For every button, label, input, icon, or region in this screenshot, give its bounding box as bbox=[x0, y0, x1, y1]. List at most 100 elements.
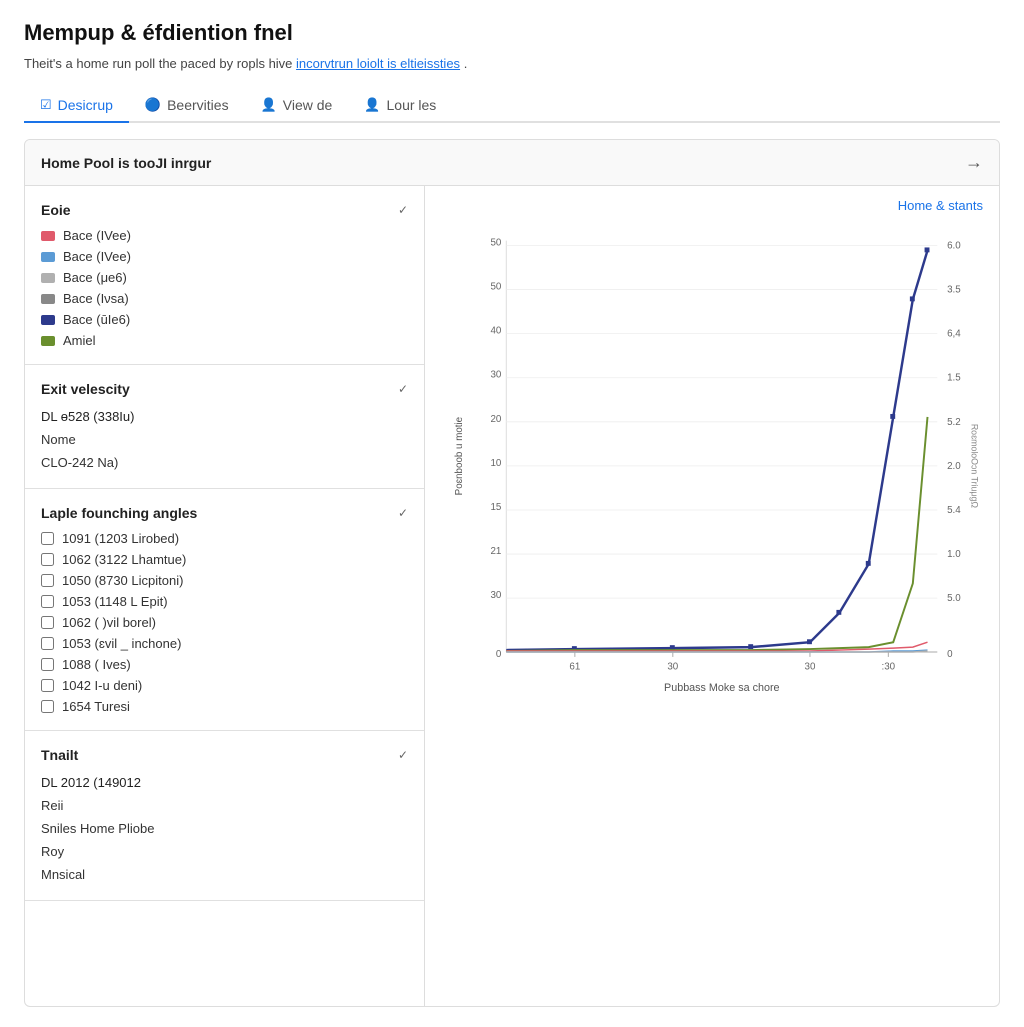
exit-velocity-chevron: ✓ bbox=[398, 382, 408, 396]
legend-color-5 bbox=[41, 336, 55, 346]
legend-color-2 bbox=[41, 273, 55, 283]
launch-angle-label-6: 1088 ( Ives) bbox=[62, 657, 131, 672]
launch-angle-checkbox-2[interactable] bbox=[41, 574, 54, 587]
launch-angle-2[interactable]: 1050 (8730 Licpitoni) bbox=[41, 573, 408, 588]
launch-angle-6[interactable]: 1088 ( Ives) bbox=[41, 657, 408, 672]
legend-label-1: Bace (IVee) bbox=[63, 249, 131, 264]
launch-angle-checkbox-8[interactable] bbox=[41, 700, 54, 713]
svg-text:0: 0 bbox=[947, 649, 953, 660]
launch-angle-label-3: 1053 (1148 L Epit) bbox=[62, 594, 168, 609]
exit-option-0: DL ɵ528 (338Iu) bbox=[41, 407, 408, 426]
tab-beervities-label: Beervities bbox=[167, 97, 228, 113]
tnailt-option-0: DL 2012 (149012 bbox=[41, 773, 408, 792]
launch-angle-checkbox-5[interactable] bbox=[41, 637, 54, 650]
svg-text:3.5: 3.5 bbox=[947, 285, 961, 296]
role-filter-chevron: ✓ bbox=[398, 203, 408, 217]
legend-item-2: Bace (μe6) bbox=[41, 270, 408, 285]
svg-text:2.0: 2.0 bbox=[947, 461, 961, 472]
legend-list: Bace (IVee) Bace (IVee) Bace (μe6) bbox=[41, 228, 408, 348]
tnailt-option-2: Sniles Home Pliobe bbox=[41, 819, 408, 838]
svg-text:20: 20 bbox=[490, 414, 501, 425]
chart-top-label: Home & stants bbox=[441, 198, 983, 213]
launch-angle-checkbox-3[interactable] bbox=[41, 595, 54, 608]
launch-angle-label-2: 1050 (8730 Licpitoni) bbox=[62, 573, 183, 588]
svg-text:50: 50 bbox=[490, 237, 501, 248]
checkbox-icon: ☑ bbox=[40, 97, 52, 113]
panel-body: Eoie ✓ Bace (IVee) Bace (IVee) bbox=[25, 186, 999, 1006]
tab-lour-les-label: Lour les bbox=[387, 97, 437, 113]
tab-lour-les[interactable]: 👤 Lour les bbox=[348, 89, 452, 123]
panel-header-title: Home Pool is tooJI inrgur bbox=[41, 155, 211, 171]
launch-angles-header[interactable]: Laple founching angles ✓ bbox=[41, 505, 408, 521]
subtitle-end: . bbox=[464, 56, 468, 71]
svg-text:5.2: 5.2 bbox=[947, 417, 961, 428]
legend-item-0: Bace (IVee) bbox=[41, 228, 408, 243]
legend-item-4: Bace (ūIe6) bbox=[41, 312, 408, 327]
svg-text::30: :30 bbox=[882, 662, 896, 673]
launch-angle-checkbox-0[interactable] bbox=[41, 532, 54, 545]
user-icon-2: 👤 bbox=[364, 97, 380, 113]
tab-desicrup[interactable]: ☑ Desicrup bbox=[24, 89, 129, 123]
legend-label-2: Bace (μe6) bbox=[63, 270, 127, 285]
launch-angles-list: 1091 (1203 Lirobed) 1062 (3122 Lhamtue) … bbox=[41, 531, 408, 714]
launch-angle-checkbox-4[interactable] bbox=[41, 616, 54, 629]
launch-angle-label-1: 1062 (3122 Lhamtue) bbox=[62, 552, 186, 567]
exit-option-1: Nome bbox=[41, 430, 408, 449]
svg-text:Pubbass Moke sa chore: Pubbass Moke sa chore bbox=[664, 682, 780, 694]
launch-angle-8[interactable]: 1654 Turesi bbox=[41, 699, 408, 714]
launch-angle-7[interactable]: 1042 I-u deni) bbox=[41, 678, 408, 693]
svg-text:30: 30 bbox=[490, 590, 501, 601]
exit-option-2: CLO-242 Na) bbox=[41, 453, 408, 472]
exit-options: DL ɵ528 (338Iu) Nome CLO-242 Na) bbox=[41, 407, 408, 472]
svg-text:5.0: 5.0 bbox=[947, 593, 961, 604]
tnailt-section: Tnailt ✓ DL 2012 (149012 Reii Sniles Hom… bbox=[25, 731, 424, 901]
launch-angle-5[interactable]: 1053 (ɛvil _ inchone) bbox=[41, 636, 408, 651]
launch-angle-1[interactable]: 1062 (3122 Lhamtue) bbox=[41, 552, 408, 567]
tab-beervities[interactable]: 🔵 Beervities bbox=[129, 89, 245, 123]
tnailt-chevron: ✓ bbox=[398, 748, 408, 762]
chart-wrapper: 50 50 40 30 20 10 15 21 30 0 bbox=[441, 221, 983, 701]
right-panel: Home & stants 50 50 40 30 20 10 15 bbox=[425, 186, 999, 1006]
chart-svg: 50 50 40 30 20 10 15 21 30 0 bbox=[441, 221, 983, 701]
svg-text:6.0: 6.0 bbox=[947, 240, 961, 251]
svg-text:21: 21 bbox=[490, 546, 501, 557]
panel-header-arrow[interactable]: → bbox=[965, 152, 983, 173]
legend-label-3: Bace (Iνsa) bbox=[63, 291, 129, 306]
launch-angles-chevron: ✓ bbox=[398, 506, 408, 520]
page-title: Mempup & éfdiention fnel bbox=[24, 20, 1000, 46]
legend-label-5: Amiel bbox=[63, 333, 96, 348]
launch-angle-checkbox-1[interactable] bbox=[41, 553, 54, 566]
legend-color-3 bbox=[41, 294, 55, 304]
svg-text:RoɛmoloOɔn TriuμgΩ: RoɛmoloOɔn TriuμgΩ bbox=[970, 424, 980, 509]
info-icon: 🔵 bbox=[145, 97, 161, 113]
launch-angle-0[interactable]: 1091 (1203 Lirobed) bbox=[41, 531, 408, 546]
tab-bar: ☑ Desicrup 🔵 Beervities 👤 View de 👤 Lour… bbox=[24, 89, 1000, 123]
launch-angle-4[interactable]: 1062 ( )vil borel) bbox=[41, 615, 408, 630]
subtitle-link[interactable]: incorvtrun loiolt is eltieissties bbox=[296, 56, 460, 71]
exit-velocity-header[interactable]: Exit velescity ✓ bbox=[41, 381, 408, 397]
tab-view-de[interactable]: 👤 View de bbox=[245, 89, 349, 123]
legend-color-4 bbox=[41, 315, 55, 325]
tnailt-header[interactable]: Tnailt ✓ bbox=[41, 747, 408, 763]
launch-angle-checkbox-6[interactable] bbox=[41, 658, 54, 671]
launch-angles-title: Laple founching angles bbox=[41, 505, 197, 521]
svg-text:1.5: 1.5 bbox=[947, 373, 961, 384]
panel-header: Home Pool is tooJI inrgur → bbox=[25, 140, 999, 186]
role-filter-header[interactable]: Eoie ✓ bbox=[41, 202, 408, 218]
launch-angles-section: Laple founching angles ✓ 1091 (1203 Liro… bbox=[25, 489, 424, 731]
role-filter-title: Eoie bbox=[41, 202, 71, 218]
launch-angle-label-4: 1062 ( )vil borel) bbox=[62, 615, 156, 630]
tnailt-options: DL 2012 (149012 Reii Sniles Home Pliobe … bbox=[41, 773, 408, 884]
page-container: Mempup & éfdiention fnel Theit's a home … bbox=[0, 0, 1024, 1027]
svg-text:Poɛnboob u motie: Poɛnboob u motie bbox=[454, 417, 465, 495]
launch-angle-label-5: 1053 (ɛvil _ inchone) bbox=[62, 636, 181, 651]
svg-text:6,4: 6,4 bbox=[947, 329, 961, 340]
tnailt-title: Tnailt bbox=[41, 747, 78, 763]
legend-color-1 bbox=[41, 252, 55, 262]
launch-angle-label-0: 1091 (1203 Lirobed) bbox=[62, 531, 179, 546]
launch-angle-checkbox-7[interactable] bbox=[41, 679, 54, 692]
launch-angle-3[interactable]: 1053 (1148 L Epit) bbox=[41, 594, 408, 609]
tnailt-option-4: Mnsical bbox=[41, 865, 408, 884]
svg-text:30: 30 bbox=[805, 662, 816, 673]
launch-angle-label-8: 1654 Turesi bbox=[62, 699, 130, 714]
